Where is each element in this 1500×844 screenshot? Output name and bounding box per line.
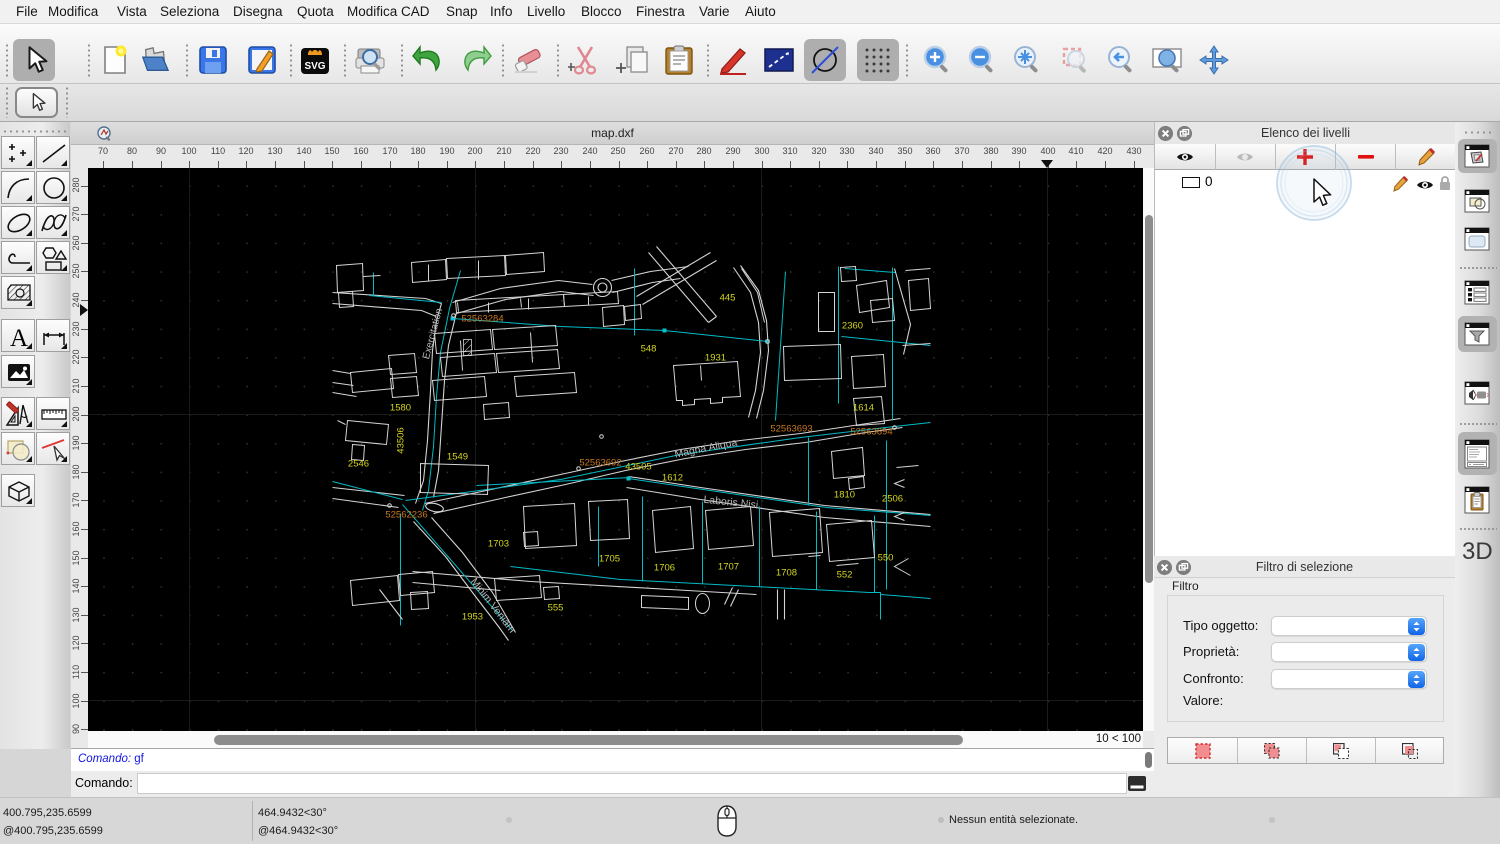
svg-text:1703: 1703 [488,539,509,550]
svg-text:1549: 1549 [447,452,468,463]
svg-text:550: 550 [878,553,894,564]
svg-text:2546: 2546 [348,459,369,470]
svg-text:43505: 43505 [625,462,651,473]
svg-text:1707: 1707 [718,562,739,573]
svg-text:548: 548 [641,344,657,355]
svg-text:2360: 2360 [842,321,863,332]
svg-text:1810: 1810 [834,490,855,501]
svg-text:1953: 1953 [462,612,483,623]
svg-text:52563693: 52563693 [770,424,812,435]
svg-text:1705: 1705 [599,554,620,565]
svg-text:52562236: 52562236 [385,510,427,521]
svg-text:555: 555 [548,603,564,614]
svg-text:1580: 1580 [390,403,411,414]
svg-text:52563284: 52563284 [461,314,503,325]
svg-text:52563692: 52563692 [579,458,621,469]
svg-text:552: 552 [837,570,853,581]
svg-text:1612: 1612 [662,473,683,484]
svg-text:1708: 1708 [776,568,797,579]
svg-text:52563694: 52563694 [850,427,892,438]
svg-text:SVG: SVG [304,61,325,72]
svg-text:2506: 2506 [882,494,903,505]
svg-text:445: 445 [720,293,736,304]
svg-text:1931: 1931 [705,353,726,364]
svg-text:1614: 1614 [853,403,874,414]
svg-text:1706: 1706 [654,563,675,574]
svg-text:43506: 43506 [396,427,407,453]
